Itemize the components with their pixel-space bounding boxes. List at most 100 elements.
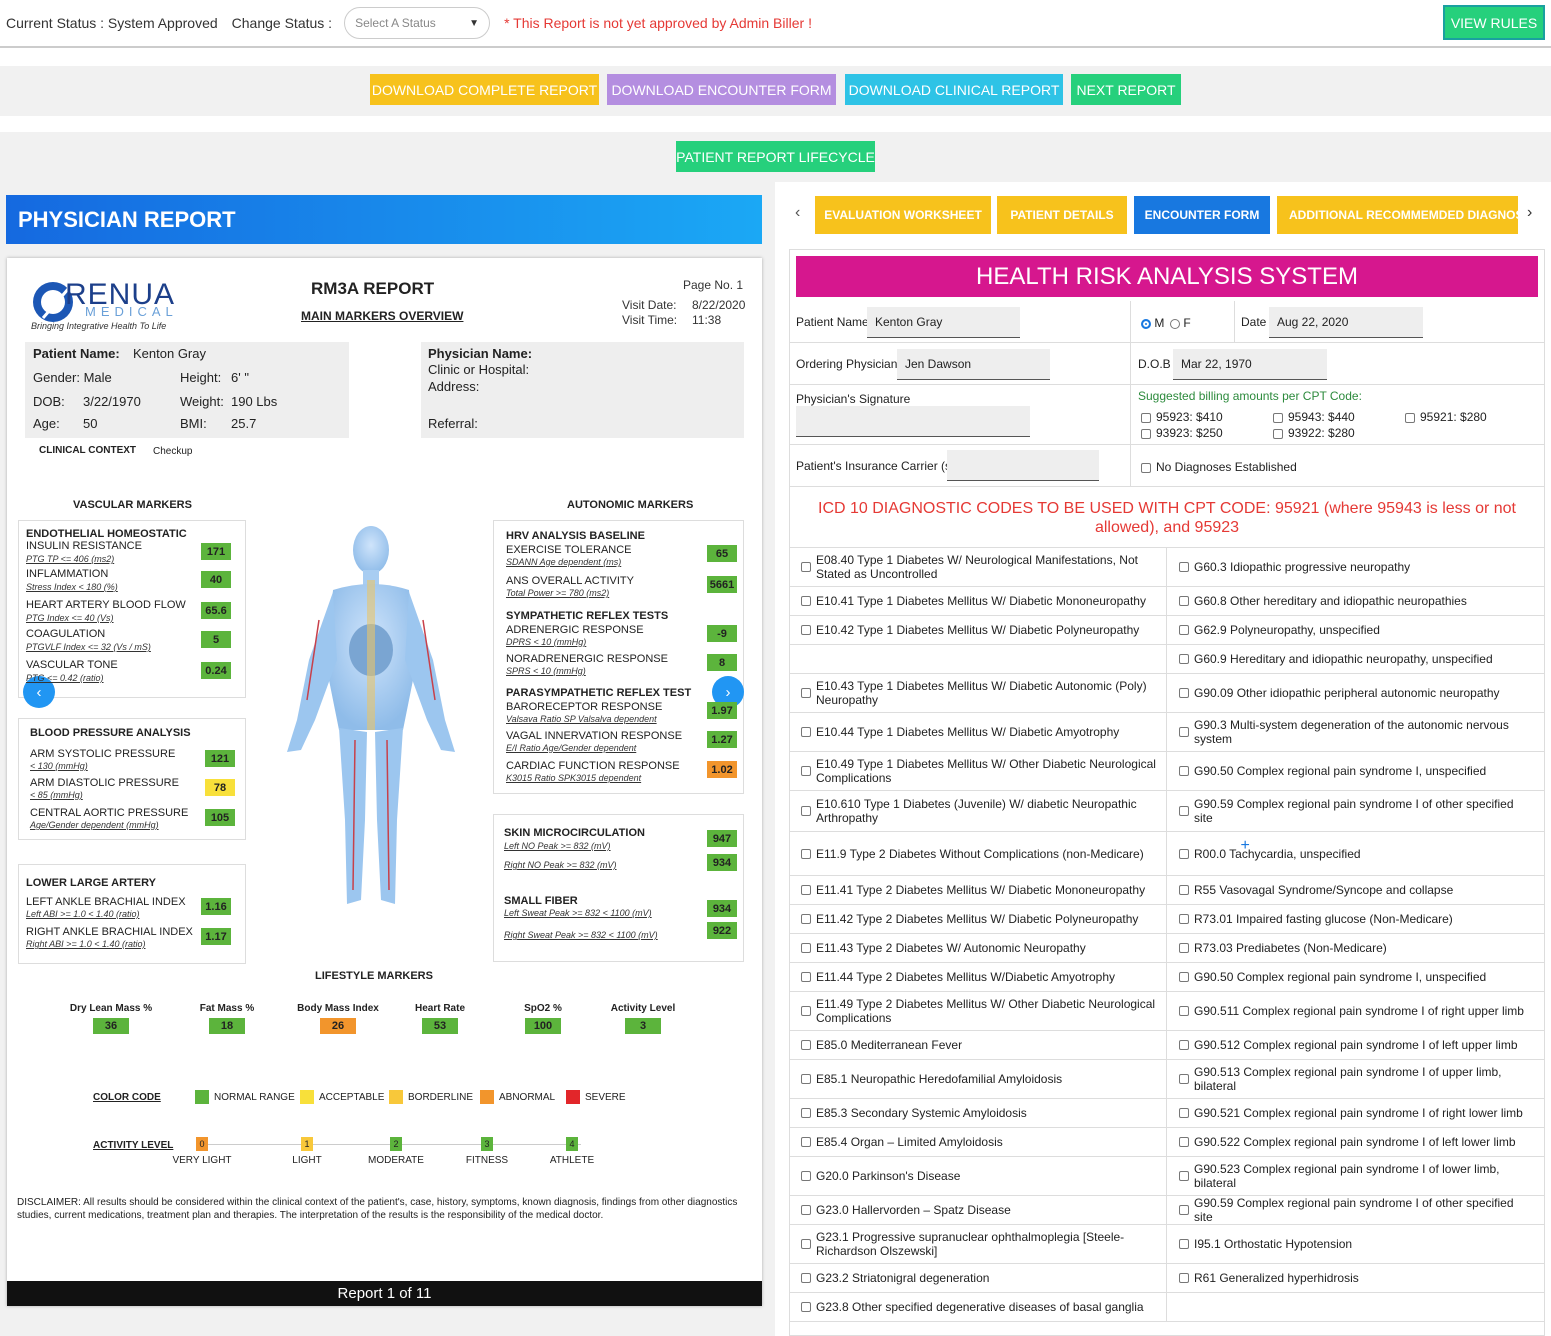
icd-cell-right: G60.3 Idiopathic progressive neuropathy [1167,548,1545,586]
physician-name-label: Physician Name: [428,346,533,361]
patient-name-label: Patient Name: [33,346,120,361]
checkbox-icon[interactable] [801,1040,811,1050]
checkbox-icon[interactable] [801,1137,811,1147]
checkbox-icon[interactable] [801,885,811,895]
checkbox-icon[interactable] [1179,1171,1189,1181]
checkbox-icon[interactable] [1179,1205,1189,1215]
icd-cell-left: E10.610 Type 1 Diabetes (Juvenile) W/ di… [789,791,1167,831]
checkbox-icon[interactable] [1179,972,1189,982]
marker-label: VAGAL INNERVATION RESPONSE [506,730,683,742]
tabs-scroll-left-icon[interactable]: ‹ [795,204,800,222]
icd-row: E10.49 Type 1 Diabetes Mellitus W/ Other… [789,752,1545,791]
checkbox-icon[interactable] [801,914,811,924]
billing-95921[interactable]: 95921: $280 [1405,410,1487,424]
billing-95923[interactable]: 95923: $410 [1141,410,1223,424]
next-report-button[interactable]: NEXT REPORT [1071,74,1181,105]
icd-code-label: E10.49 Type 1 Diabetes Mellitus W/ Other… [816,757,1156,785]
icd-cell-left: G23.0 Hallervorden – Spatz Disease [789,1196,1167,1224]
checkbox-icon[interactable] [801,848,811,859]
checkbox-icon[interactable] [801,596,811,606]
marker-value: 0.24 [201,662,231,679]
marker-reference: E/I Ratio Age/Gender dependent [506,743,637,753]
view-rules-button[interactable]: VIEW RULES [1443,5,1545,40]
checkbox-icon[interactable] [1179,562,1189,572]
date-input[interactable]: Aug 22, 2020 [1269,307,1423,338]
checkbox-icon[interactable] [1179,848,1189,859]
plus-icon[interactable]: + [1241,837,1250,855]
checkbox-icon[interactable] [801,1074,811,1084]
checkbox-icon[interactable] [1179,806,1189,816]
dob-input[interactable]: Mar 22, 1970 [1173,349,1327,380]
ordering-physician-input[interactable]: Jen Dawson [897,349,1050,380]
checkbox-icon[interactable] [1179,1108,1189,1118]
status-select[interactable]: Select A Status ▼ [344,7,491,39]
tab-evaluation-worksheet[interactable]: EVALUATION WORKSHEET [815,196,991,234]
tab-encounter-form[interactable]: ENCOUNTER FORM [1134,196,1270,234]
billing-95943[interactable]: 95943: $440 [1273,410,1355,424]
checkbox-icon[interactable] [1179,943,1189,953]
patient-report-lifecycle-button[interactable]: PATIENT REPORT LIFECYCLE [676,141,875,172]
billing-93922[interactable]: 93922: $280 [1273,426,1355,440]
checkbox-icon[interactable] [1179,727,1189,737]
lifestyle-markers-title: LIFESTYLE MARKERS [315,970,433,982]
blood-pressure-title: BLOOD PRESSURE ANALYSIS [30,727,191,739]
checkbox-icon[interactable] [1179,625,1189,635]
checkbox-icon[interactable] [801,806,811,816]
checkbox-icon[interactable] [801,943,811,953]
checkbox-icon[interactable] [1179,688,1189,698]
insurance-input[interactable] [947,450,1099,481]
marker-heading: HRV ANALYSIS BASELINE [506,530,645,542]
checkbox-icon[interactable] [1179,766,1189,776]
marker-value: 78 [205,779,235,796]
sex-radio-m[interactable]: M [1141,316,1164,330]
checkbox-icon[interactable] [801,1006,811,1016]
sex-radio-f[interactable]: F [1170,316,1191,330]
checkbox-icon[interactable] [1179,1006,1189,1016]
checkbox-icon[interactable] [801,1273,811,1283]
checkbox-icon[interactable] [1179,1074,1189,1084]
icd-cell-right: G60.9 Hereditary and idiopathic neuropat… [1167,645,1545,673]
no-diagnoses-checkbox[interactable]: No Diagnoses Established [1141,460,1297,474]
tab-additional-diagnosis[interactable]: ADDITIONAL RECOMMEMDED DIAGNOSIS [1277,196,1518,234]
checkbox-icon[interactable] [801,1205,811,1215]
checkbox-icon[interactable] [1179,885,1189,895]
lifestyle-value: 3 [625,1018,661,1034]
tab-patient-details[interactable]: PATIENT DETAILS [997,196,1127,234]
checkbox-icon[interactable] [801,1171,811,1181]
checkbox-icon[interactable] [801,625,811,635]
marker-reference: PTGVLF Index <= 32 (Vs / mS) [26,642,151,652]
lower-large-artery-title: LOWER LARGE ARTERY [26,877,156,889]
visit-date-label: Visit Date: [622,298,677,312]
download-complete-report-button[interactable]: DOWNLOAD COMPLETE REPORT [370,74,599,105]
checkbox-icon[interactable] [801,727,811,737]
marker-label: BARORECEPTOR RESPONSE [506,701,663,713]
download-clinical-report-button[interactable]: DOWNLOAD CLINICAL REPORT [845,74,1063,105]
checkbox-icon[interactable] [1179,1239,1189,1249]
checkbox-icon[interactable] [1179,1040,1189,1050]
divider [1130,445,1131,487]
checkbox-icon[interactable] [1179,596,1189,606]
checkbox-icon[interactable] [1179,1137,1189,1147]
checkbox-icon[interactable] [1179,654,1189,664]
checkbox-icon[interactable] [1179,1273,1189,1283]
checkbox-icon[interactable] [801,1239,811,1249]
billing-93923[interactable]: 93923: $250 [1141,426,1223,440]
checkbox-icon[interactable] [1179,914,1189,924]
patient-name-input[interactable]: Kenton Gray [867,307,1020,338]
icd-code-label: R73.01 Impaired fasting glucose (Non-Med… [1194,912,1453,926]
color-code-label: BORDERLINE [408,1092,474,1103]
checkbox-icon[interactable] [801,562,811,572]
tabs-scroll-right-icon[interactable]: › [1527,204,1532,222]
marker-value: 8 [707,654,737,671]
download-encounter-form-button[interactable]: DOWNLOAD ENCOUNTER FORM [607,74,836,105]
checkbox-icon[interactable] [801,972,811,982]
checkbox-icon[interactable] [801,1108,811,1118]
checkbox-icon[interactable] [801,1302,811,1312]
report-subtitle: MAIN MARKERS OVERVIEW [301,309,464,323]
checkbox-icon[interactable] [801,766,811,776]
marker-reference: DPRS < 10 (mmHg) [506,637,587,647]
signature-input[interactable] [796,406,1030,437]
icd-row: E85.3 Secondary Systemic Amyloidosis G90.… [789,1099,1545,1128]
marker-reference: Age/Gender dependent (mmHg) [30,820,159,830]
checkbox-icon[interactable] [801,688,811,698]
